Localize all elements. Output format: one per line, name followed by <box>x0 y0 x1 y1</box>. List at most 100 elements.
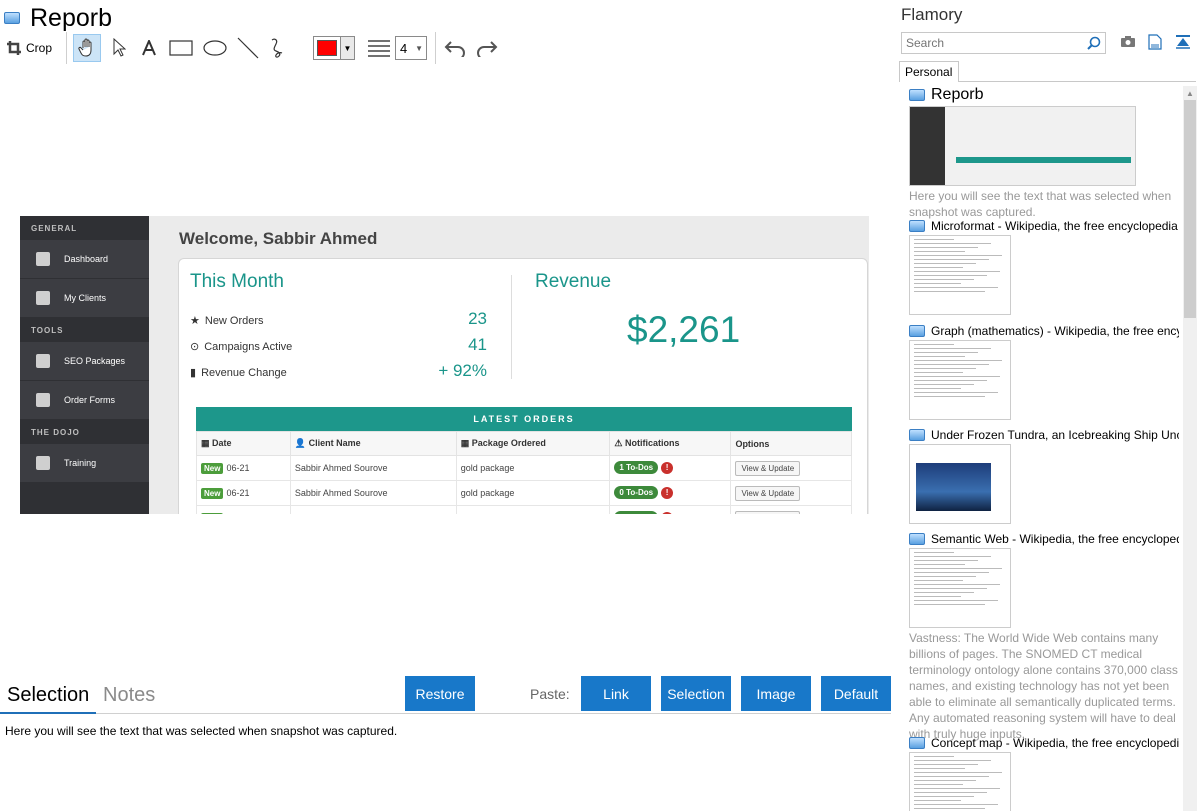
paste-default-button[interactable]: Default <box>821 676 891 711</box>
stat-label-text: Revenue Change <box>201 366 287 379</box>
menu-item-icon <box>36 291 50 305</box>
scrollbar[interactable]: ▲ <box>1183 86 1197 811</box>
snapshot-sidebar-section: TOOLS <box>31 326 64 335</box>
snapshot-entry[interactable]: Under Frozen Tundra, an Icebreaking Ship… <box>909 428 1179 524</box>
selection-text[interactable]: Here you will see the text that was sele… <box>5 724 397 738</box>
thumb-text-line <box>914 580 963 581</box>
tab-notes[interactable]: Notes <box>103 684 155 707</box>
thumb-text-line <box>914 251 965 252</box>
thumb-text-line <box>914 576 976 577</box>
cursor-icon <box>113 38 127 57</box>
select-tool-button[interactable] <box>107 35 131 61</box>
tab-personal[interactable]: Personal <box>899 61 959 82</box>
thumb-text-line <box>914 243 991 244</box>
client-name-cell: Sabbir Ahmed Sourove <box>289 480 457 506</box>
redo-button[interactable] <box>474 35 500 61</box>
snapshot-entry[interactable]: Concept map - Wikipedia, the free encycl… <box>909 736 1179 811</box>
latest-orders-title: LATEST ORDERS <box>196 407 852 431</box>
crop-button[interactable]: Crop <box>6 35 52 61</box>
stat-icon: ▮ <box>190 367 197 379</box>
snapshot-entry[interactable]: Reporb Here you will see the text that wa… <box>909 86 1179 220</box>
entry-thumbnail <box>909 235 1011 315</box>
snapshot-image[interactable]: GENERAL Dashboard My Clients TOOLS SEO Packa… <box>20 216 869 514</box>
paste-link-button[interactable]: Link <box>581 676 651 711</box>
client-name-cell: Sabbir Ahmed Sourove <box>289 455 457 481</box>
thumb-text-line <box>914 596 961 597</box>
todo-badge: 1 To-Dos <box>614 461 659 474</box>
snapshot-entry[interactable]: Graph (mathematics) - Wikipedia, the fre… <box>909 324 1179 420</box>
undo-button[interactable] <box>442 35 468 61</box>
snapshot-sidebar-section: THE DOJO <box>31 428 80 437</box>
search-input[interactable] <box>906 36 1081 50</box>
thumb-text-line <box>914 592 974 593</box>
snapshot-sidebar-label: Training <box>64 458 97 468</box>
document-icon[interactable] <box>1148 34 1162 50</box>
entry-title: Semantic Web - Wikipedia, the free encyc… <box>931 532 1179 546</box>
stroke-color-picker[interactable]: ▼ <box>313 36 356 60</box>
app-icon <box>4 12 20 24</box>
menu-item-icon <box>36 252 50 266</box>
camera-icon[interactable] <box>1120 34 1136 48</box>
thumb-text-line <box>914 364 989 365</box>
snapshot-icon <box>909 533 925 545</box>
search-icon[interactable] <box>1087 36 1101 50</box>
thumb-text-line <box>914 756 954 757</box>
paste-image-button[interactable]: Image <box>741 676 811 711</box>
crop-label: Crop <box>26 41 53 55</box>
thumb-text-line <box>914 255 1002 256</box>
ellipse-tool-button[interactable] <box>201 35 229 61</box>
thumb-text-line <box>914 392 998 393</box>
scroll-up-icon[interactable]: ▲ <box>1186 89 1194 98</box>
title-row: Reporb <box>4 4 112 32</box>
thumb-text-line <box>914 808 985 809</box>
paste-selection-button[interactable]: Selection <box>661 676 731 711</box>
thumb-text-line <box>914 291 985 292</box>
text-tool-button[interactable] <box>137 35 161 61</box>
snapshot-entry[interactable]: Microformat - Wikipedia, the free encycl… <box>909 219 1179 315</box>
snapshot-icon <box>909 737 925 749</box>
order-date-cell: New06-14 <box>196 505 291 514</box>
column-label: Package Ordered <box>471 438 546 448</box>
rectangle-tool-button[interactable] <box>167 35 195 61</box>
hand-icon <box>78 38 92 57</box>
thumb-text-line <box>914 780 976 781</box>
hand-tool-button[interactable] <box>73 34 102 62</box>
thumb-text-line <box>914 796 974 797</box>
column-icon: 👤 <box>294 438 309 448</box>
package-cell: gold package <box>455 480 611 506</box>
snapshot-icon <box>909 220 925 232</box>
alert-icon: ! <box>661 487 674 499</box>
thumb-text-line <box>914 360 1002 361</box>
card-divider <box>511 275 512 379</box>
line-width-button[interactable] <box>367 35 391 61</box>
panel-title: Flamory <box>901 5 963 24</box>
thumb-photo <box>916 463 991 511</box>
entry-header: Semantic Web - Wikipedia, the free encyc… <box>909 532 1179 546</box>
pin-icon[interactable] <box>1175 34 1191 50</box>
order-date-cell: New 06-21 <box>196 455 291 481</box>
undo-icon <box>444 41 466 57</box>
snapshot-sidebar-label: My Clients <box>64 293 107 303</box>
line-tool-button[interactable] <box>235 35 261 61</box>
freehand-tool-button[interactable] <box>267 35 291 61</box>
tab-selection[interactable]: Selection <box>7 684 89 707</box>
latest-orders: LATEST ORDERS ▦ Date 👤 Client Name ▦ Packa… <box>196 407 852 514</box>
snapshot-sidebar-section: GENERAL <box>31 224 78 233</box>
thumb-text-line <box>914 784 963 785</box>
thumb-text-line <box>914 388 961 389</box>
view-update-button: View & Update <box>735 486 801 501</box>
revenue-title: Revenue <box>535 271 612 292</box>
stroke-width-select[interactable]: 4 ▼ <box>395 36 428 60</box>
thumb-text-line <box>914 552 954 553</box>
thumb-text-line <box>914 572 989 573</box>
thumb-sidebar <box>910 107 945 185</box>
orders-column-header: ▦ Package Ordered <box>455 431 611 456</box>
document-title: Reporb <box>30 4 112 32</box>
restore-button[interactable]: Restore <box>405 676 475 711</box>
scrollbar-thumb[interactable] <box>1184 100 1196 318</box>
crop-icon <box>7 41 21 55</box>
snapshot-entry[interactable]: Semantic Web - Wikipedia, the free encyc… <box>909 532 1179 742</box>
thumb-text-line <box>914 760 991 761</box>
ellipse-icon <box>203 40 227 56</box>
stat-label-text: New Orders <box>204 314 264 327</box>
